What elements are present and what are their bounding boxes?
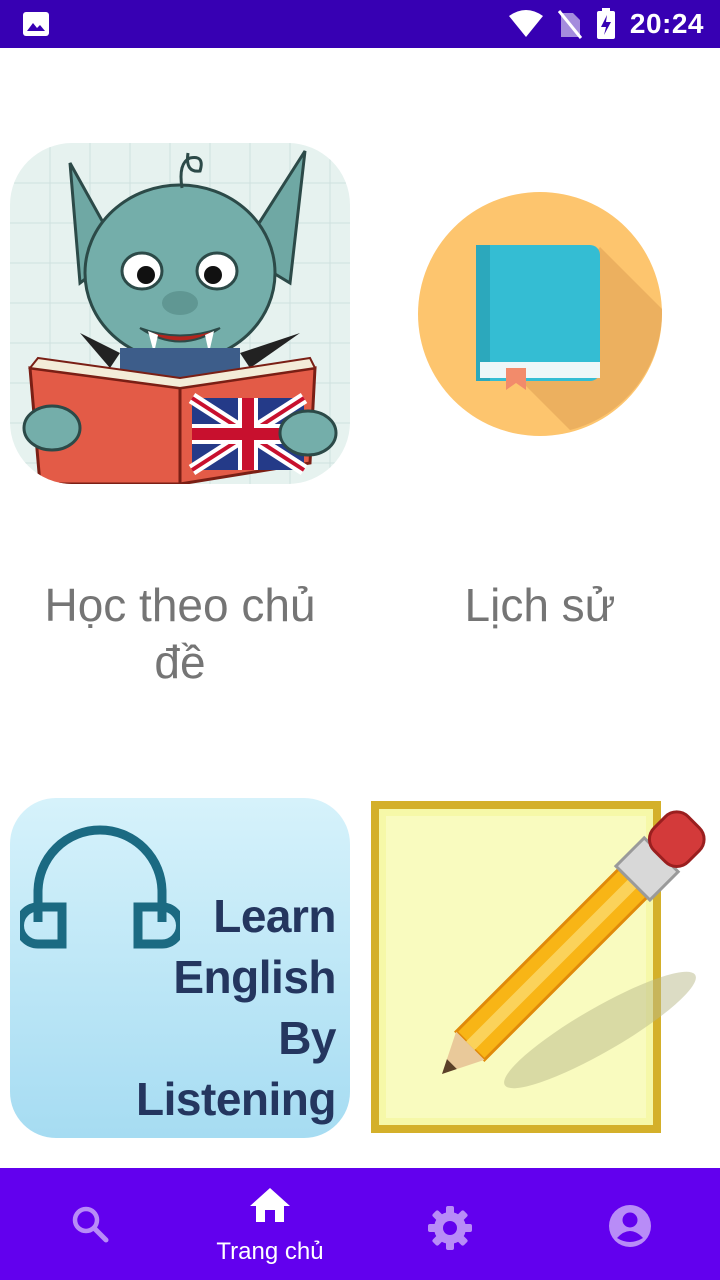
search-icon[interactable]	[70, 1204, 110, 1244]
nav-home[interactable]: Trang chủ	[180, 1168, 360, 1280]
home-icon[interactable]	[249, 1186, 291, 1224]
book-icon[interactable]	[418, 192, 662, 436]
nav-account[interactable]	[540, 1168, 720, 1280]
nav-search[interactable]	[0, 1168, 180, 1280]
wifi-icon	[508, 10, 543, 37]
bottom-navigation: Trang chủ	[0, 1168, 720, 1280]
nav-home-label[interactable]: Trang chủ	[180, 1238, 360, 1266]
nav-settings[interactable]	[360, 1168, 540, 1280]
learn-english-by-listening-image[interactable]: Learn English By Listening	[10, 798, 350, 1138]
status-bar: 20:24	[0, 0, 720, 48]
goblin-reading-book-image[interactable]	[10, 143, 350, 484]
image-icon	[23, 12, 49, 36]
tile-label-history[interactable]: Lịch sử	[380, 577, 700, 634]
tile-label-topic-learning[interactable]: Học theo chủ đề	[20, 577, 340, 691]
battery-charging-icon	[596, 8, 615, 39]
status-time: 20:24	[629, 8, 704, 39]
listening-image-text: Learn English By Listening	[136, 890, 336, 1125]
notepad-pencil-icon[interactable]	[370, 800, 710, 1134]
no-sim-icon	[557, 10, 582, 39]
settings-icon[interactable]	[426, 1204, 474, 1252]
account-icon[interactable]	[608, 1204, 652, 1248]
